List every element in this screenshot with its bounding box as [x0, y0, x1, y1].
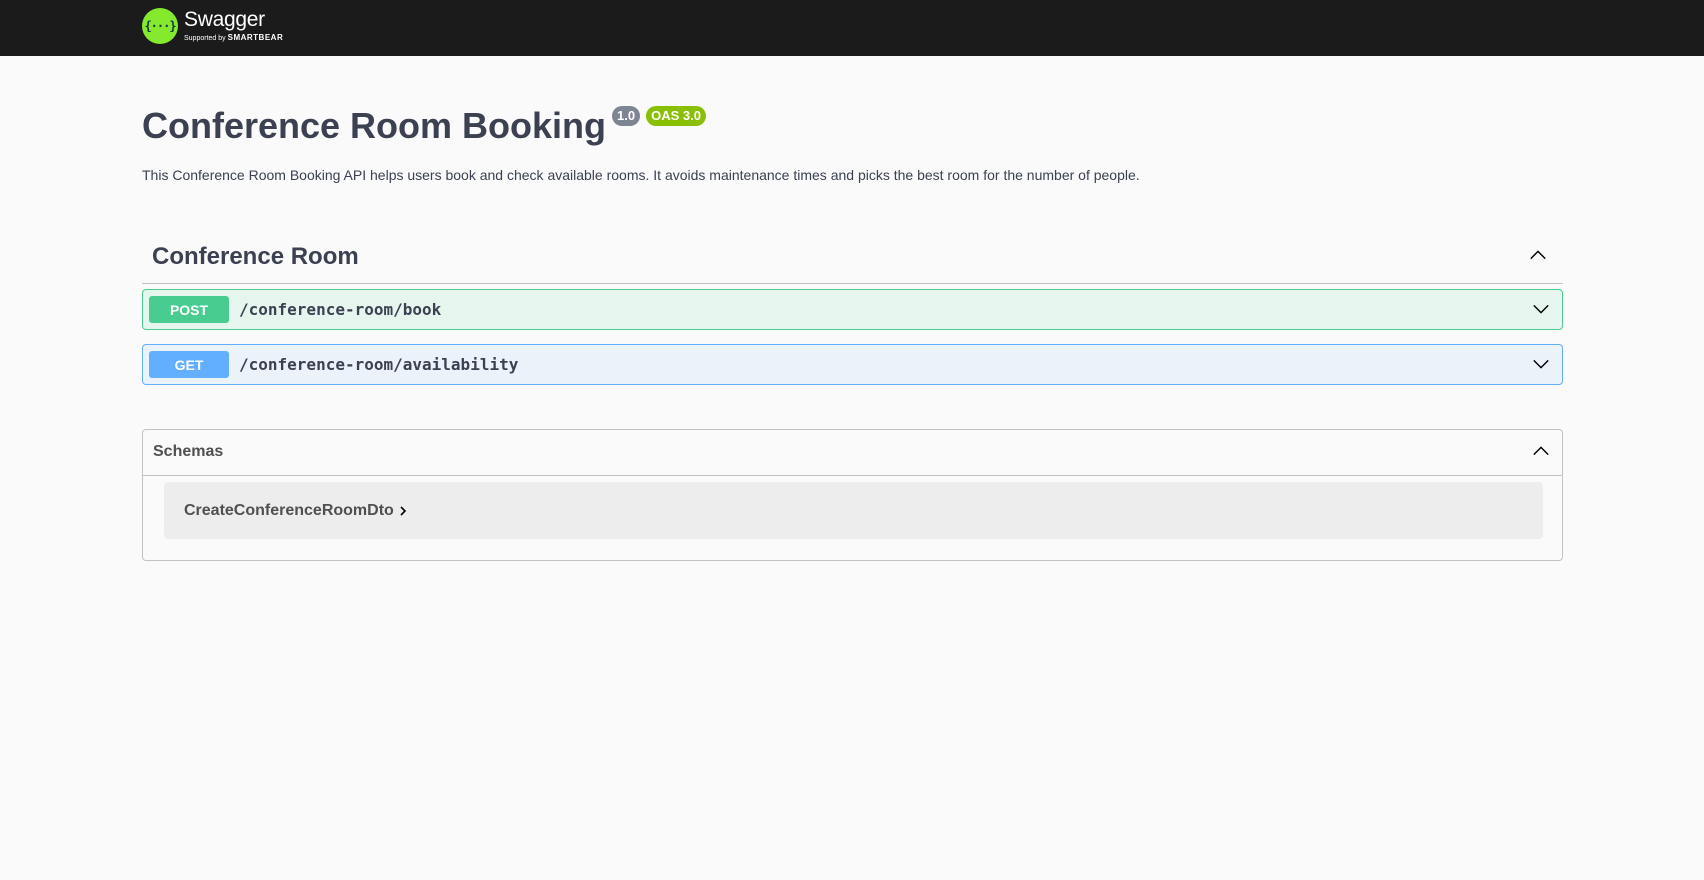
schemas-header[interactable]: Schemas — [143, 430, 1562, 476]
logo-sub-prefix: Supported by — [184, 35, 226, 42]
schemas-section: Schemas CreateConferenceRoomDto — [142, 429, 1563, 561]
logo-subtitle: Supported by SMARTBEAR — [184, 33, 283, 43]
method-badge-post: POST — [149, 296, 229, 323]
method-badge-get: GET — [149, 351, 229, 378]
tag-section-conference-room[interactable]: Conference Room — [142, 238, 1563, 284]
operation-get-availability[interactable]: GET /conference-room/availability — [142, 344, 1563, 385]
schemas-title: Schemas — [153, 443, 224, 460]
version-badge: 1.0 — [612, 106, 641, 126]
operation-path: /conference-room/book — [239, 300, 442, 319]
operation-path: /conference-room/availability — [239, 355, 519, 374]
schema-model-create-conference-room-dto[interactable]: CreateConferenceRoomDto — [164, 482, 1543, 539]
api-description: This Conference Room Booking API helps u… — [142, 167, 1140, 183]
schema-model-name: CreateConferenceRoomDto — [184, 502, 394, 519]
operation-post-book[interactable]: POST /conference-room/book — [142, 289, 1563, 330]
swagger-logo[interactable]: {···} Swagger Supported by SMARTBEAR — [142, 6, 283, 46]
info-title-row: Conference Room Booking 1.0 OAS 3.0 — [142, 104, 706, 148]
chevron-down-icon[interactable] — [1532, 355, 1550, 373]
chevron-down-icon[interactable] — [1532, 300, 1550, 318]
chevron-right-icon[interactable] — [397, 504, 409, 518]
chevron-up-icon[interactable] — [1529, 246, 1547, 264]
logo-text: Swagger Supported by SMARTBEAR — [184, 9, 283, 43]
tag-title: Conference Room — [152, 243, 359, 270]
chevron-up-icon[interactable] — [1532, 442, 1550, 460]
logo-sub-brand: SMARTBEAR — [227, 33, 284, 42]
logo-name: Swagger — [184, 8, 265, 31]
topbar: {···} Swagger Supported by SMARTBEAR — [0, 0, 1704, 56]
page-title: Conference Room Booking — [142, 105, 607, 146]
oas-badge: OAS 3.0 — [646, 106, 706, 126]
swagger-logo-icon: {···} — [142, 8, 178, 44]
